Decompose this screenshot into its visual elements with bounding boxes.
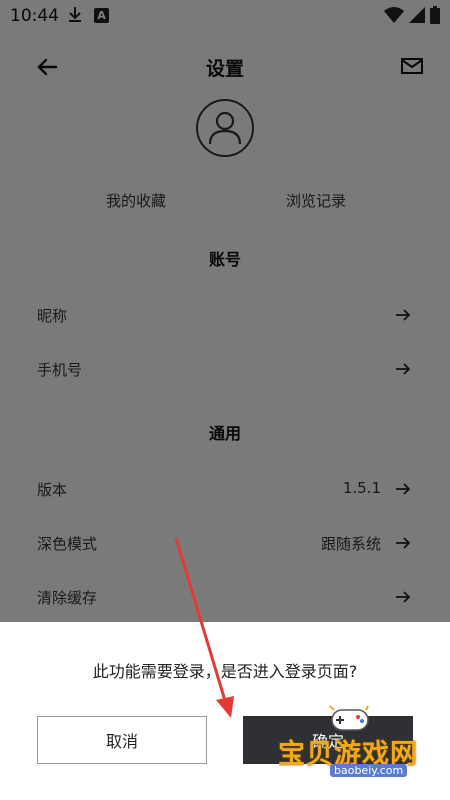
dialog-message: 此功能需要登录，是否进入登录页面? xyxy=(92,662,358,681)
login-dialog: 此功能需要登录，是否进入登录页面? 取消 确定 xyxy=(0,622,450,800)
confirm-button[interactable]: 确定 xyxy=(243,716,413,764)
cancel-button[interactable]: 取消 xyxy=(37,716,207,764)
